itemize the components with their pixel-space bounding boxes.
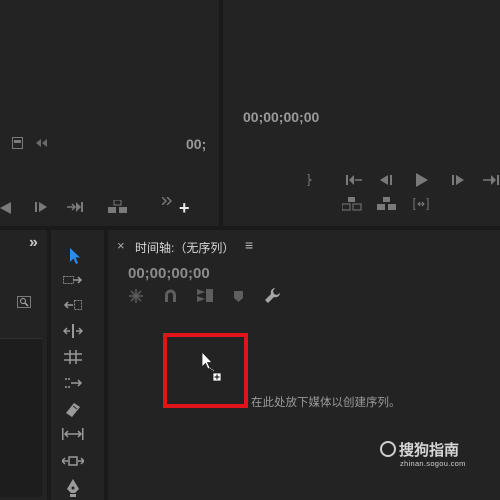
pen-tool-icon[interactable] xyxy=(62,479,84,497)
find-icon[interactable] xyxy=(17,296,31,308)
dropped-frames-icon xyxy=(36,139,50,147)
add-button[interactable]: + xyxy=(179,199,190,217)
timeline-timecode[interactable]: 00;00;00;00 xyxy=(128,265,210,282)
program-monitor-panel: 00;00;00;00 xyxy=(223,0,500,226)
cursor-icon xyxy=(201,351,223,381)
tools-panel xyxy=(51,230,104,500)
step-forward-icon[interactable] xyxy=(452,175,465,185)
linked-selection-icon[interactable] xyxy=(197,289,213,302)
play-icon[interactable] xyxy=(416,173,428,187)
drop-hint-text: 在此处放下媒体以创建序列。 xyxy=(251,397,401,409)
source-monitor-panel: 00; + xyxy=(0,0,219,226)
insert-nest-icon[interactable] xyxy=(129,289,143,303)
step-back-icon[interactable] xyxy=(0,202,12,214)
marker-bracket-icon[interactable] xyxy=(306,174,312,186)
extract-icon[interactable] xyxy=(377,197,397,211)
watermark: 搜狗指南 zhinan.sogou.com xyxy=(380,439,500,469)
project-bin-list[interactable] xyxy=(0,338,42,497)
rolling-edit-tool-icon[interactable] xyxy=(62,324,84,342)
ripple-edit-tool-icon[interactable] xyxy=(62,299,84,317)
snap-icon[interactable] xyxy=(164,289,177,302)
step-back-icon[interactable] xyxy=(380,175,393,185)
watermark-brand: 搜狗指南 xyxy=(399,442,460,459)
button-editor-icon[interactable] xyxy=(162,197,172,205)
slide-tool-icon[interactable] xyxy=(62,376,84,394)
slip-tool-icon[interactable] xyxy=(62,428,84,446)
slide-edit-tool-icon[interactable] xyxy=(62,454,84,472)
wrench-icon[interactable] xyxy=(265,288,280,303)
track-select-tool-icon[interactable] xyxy=(62,274,84,292)
export-frame-icon[interactable] xyxy=(12,137,23,149)
rate-stretch-tool-icon[interactable] xyxy=(62,350,84,368)
program-timecode: 00;00;00;00 xyxy=(243,109,320,125)
source-timecode: 00; xyxy=(186,136,207,152)
marker-icon[interactable] xyxy=(234,291,243,302)
watermark-url: zhinan.sogou.com xyxy=(400,459,466,468)
go-to-out-icon[interactable] xyxy=(67,202,83,212)
razor-tool-icon[interactable] xyxy=(62,401,84,419)
watermark-logo-icon xyxy=(380,441,396,457)
go-to-in-icon[interactable] xyxy=(346,175,362,185)
timeline-tab-title[interactable]: 时间轴:（无序列） xyxy=(135,239,234,256)
compare-icon[interactable] xyxy=(413,198,429,210)
lift-icon[interactable] xyxy=(342,197,362,211)
selection-tool-icon[interactable] xyxy=(64,248,86,266)
project-panel: » xyxy=(0,230,47,500)
panel-expand-button[interactable]: » xyxy=(29,234,38,252)
timeline-close-button[interactable]: × xyxy=(117,238,125,253)
go-to-out-icon[interactable] xyxy=(483,175,499,185)
timeline-panel: × 时间轴:（无序列） ≡ 00;00;00;00 在此处放下媒体以创建序列。 … xyxy=(108,230,500,500)
timeline-panel-menu[interactable]: ≡ xyxy=(245,237,253,253)
insert-icon[interactable] xyxy=(108,200,128,214)
step-forward-icon[interactable] xyxy=(35,202,48,212)
